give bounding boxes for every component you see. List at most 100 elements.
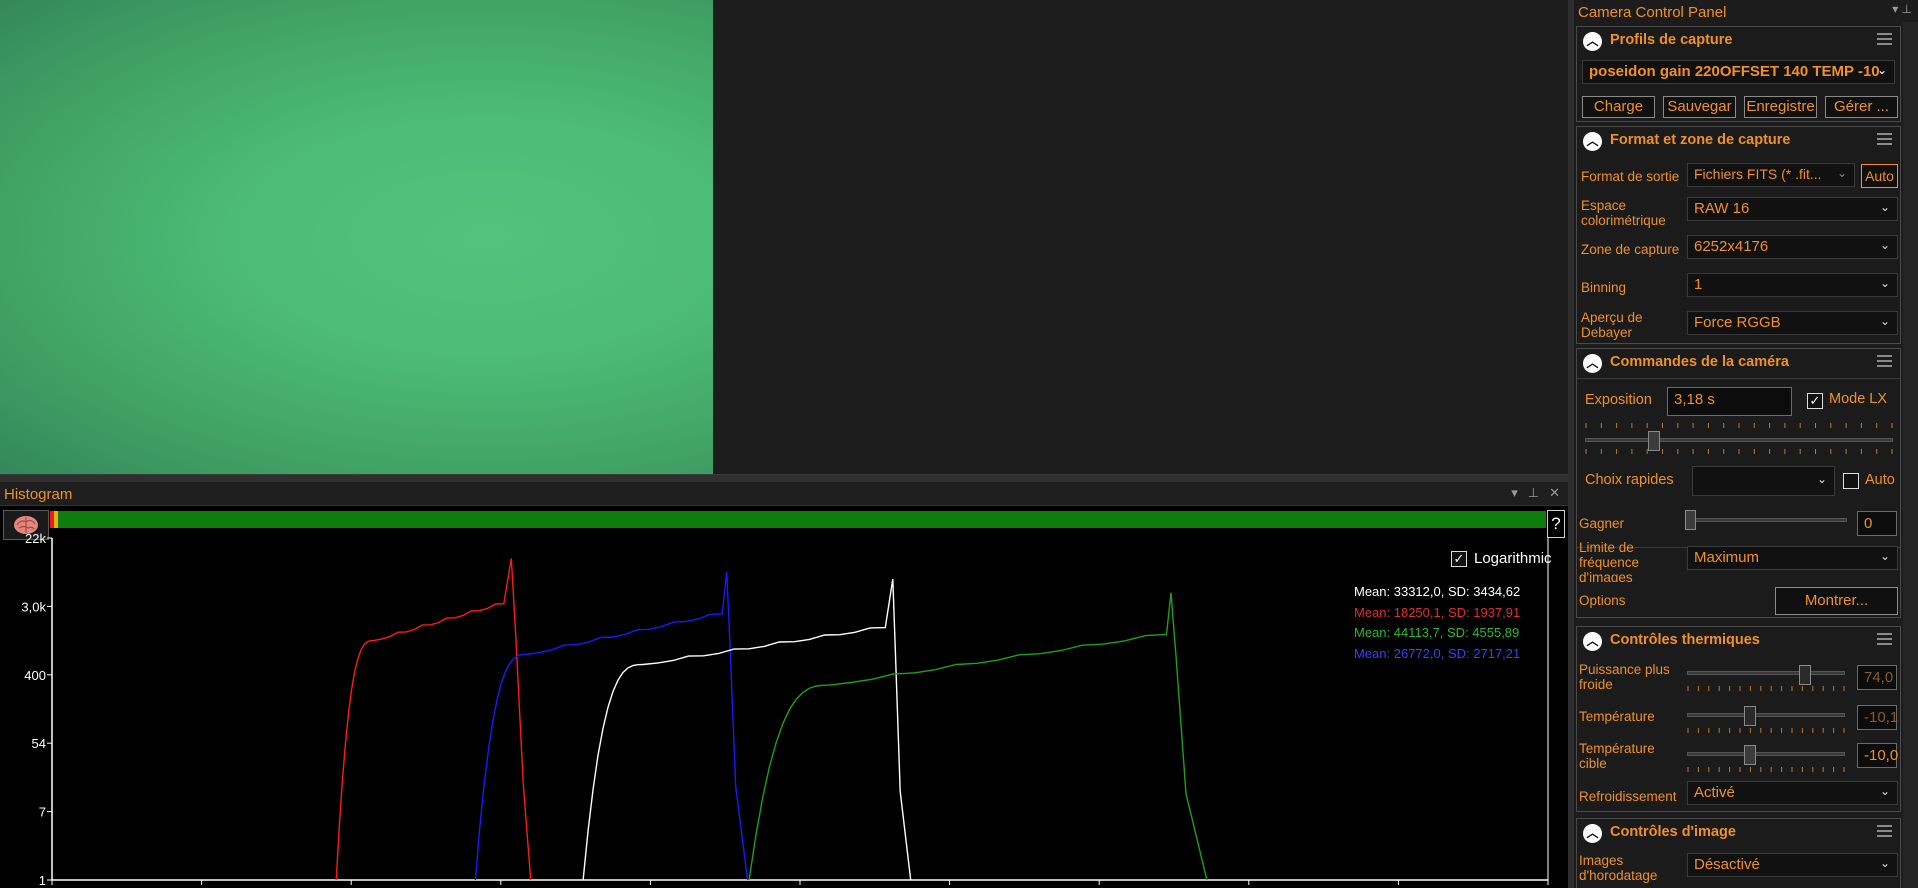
stats-line-green: Mean: 44113,7, SD: 4555,89	[1354, 625, 1520, 640]
pin-icon[interactable]: ⊥	[1528, 485, 1539, 501]
panel-dropdown-icon[interactable]: ▾ ⊥	[1892, 2, 1912, 16]
collapse-chevron-icon[interactable]: ︿	[1583, 632, 1602, 651]
image-preview[interactable]	[0, 0, 1568, 474]
collapse-chevron-icon[interactable]: ︿	[1583, 824, 1602, 843]
profile-select[interactable]: poseidon gain 220OFFSET 140 TEMP -10 ⌄	[1582, 60, 1895, 84]
target-temperature-thumb[interactable]	[1744, 745, 1756, 765]
temperature-thumb	[1744, 706, 1756, 726]
colorspace-select[interactable]: RAW 16 ⌄	[1687, 197, 1898, 221]
cooler-power-track	[1687, 671, 1845, 675]
profile-select-value: poseidon gain 220OFFSET 140 TEMP -10	[1589, 63, 1880, 80]
timestamp-select[interactable]: Désactivé ⌄	[1687, 853, 1898, 877]
collapse-chevron-icon[interactable]: ︿	[1583, 354, 1602, 373]
exposure-slider-track[interactable]	[1585, 438, 1893, 442]
auto-format-button[interactable]: Auto	[1861, 164, 1898, 188]
panel-scrollbar[interactable]	[1903, 22, 1918, 888]
section-image-controls: ︿ Contrôles d'image Images d'horodatage …	[1576, 818, 1901, 888]
binning-label: Binning	[1581, 280, 1627, 295]
quick-auto-label: Auto	[1865, 472, 1895, 488]
cooler-ticks	[1687, 686, 1845, 691]
section-thermal-controls: ︿ Contrôles thermiques Puissance plus fr…	[1576, 626, 1901, 812]
menu-icon[interactable]	[1877, 355, 1892, 370]
collapse-chevron-icon[interactable]: ︿	[1583, 32, 1602, 51]
gain-label: Gagner	[1579, 516, 1625, 531]
section-header[interactable]: ︿ Profils de capture	[1577, 27, 1900, 54]
histogram-title: Histogram	[4, 486, 73, 503]
section-header[interactable]: ︿ Format et zone de capture	[1577, 127, 1900, 154]
collapse-chevron-icon[interactable]: ︿	[1583, 132, 1602, 151]
blue-channel-curve	[474, 572, 749, 881]
chevron-down-icon: ⌄	[1816, 472, 1827, 486]
fps-limit-select[interactable]: Maximum ⌄	[1687, 546, 1898, 570]
fps-limit-label: Limite de fréquence d'images	[1579, 540, 1640, 582]
binning-select[interactable]: 1 ⌄	[1687, 273, 1898, 297]
section-capture-format: ︿ Format et zone de capture Format de so…	[1576, 126, 1901, 344]
section-title: Format et zone de capture	[1610, 132, 1791, 148]
section-header[interactable]: ︿ Contrôles thermiques	[1577, 627, 1900, 654]
exposure-ticks-bottom	[1585, 449, 1893, 454]
capture-zone-select[interactable]: 6252x4176 ⌄	[1687, 235, 1898, 259]
capture-zone-value: 6252x4176	[1694, 238, 1769, 255]
stats-line-red: Mean: 18250,1, SD: 1937,91	[1354, 604, 1521, 620]
chevron-down-icon: ⌄	[1879, 200, 1890, 214]
colorspace-label: Espace colorimétrique	[1581, 198, 1666, 228]
logarithmic-checkbox[interactable]: ✓	[1451, 550, 1467, 567]
white-channel-curve	[582, 578, 912, 881]
histogram-axes: 22k3,0k40054710%10%20%30%40%50%60%70%80%…	[21, 531, 1565, 888]
quick-choice-select[interactable]: ⌄	[1692, 466, 1835, 496]
exposure-slider-thumb[interactable]	[1648, 431, 1660, 451]
gain-slider-track[interactable]	[1689, 518, 1847, 522]
gain-slider-thumb[interactable]	[1685, 510, 1696, 530]
exposure-input[interactable]: 3,18 s	[1667, 387, 1792, 416]
save-profile-button[interactable]: Sauvegar	[1663, 96, 1736, 118]
timestamp-label: Images d'horodatage	[1579, 853, 1658, 883]
temperature-label: Température	[1579, 709, 1655, 724]
debayer-select[interactable]: Force RGGB ⌄	[1687, 311, 1898, 335]
close-icon[interactable]: ✕	[1549, 485, 1560, 501]
logarithmic-toggle[interactable]: ✓ Logarithmic	[1451, 550, 1552, 567]
menu-icon[interactable]	[1877, 133, 1892, 148]
quick-choice-label: Choix rapides	[1585, 472, 1674, 488]
save-as-profile-button[interactable]: Enregistre	[1744, 96, 1817, 118]
stats-line-blue: Mean: 26772,0, SD: 2717,21	[1354, 645, 1521, 661]
menu-icon[interactable]	[1877, 633, 1892, 648]
section-title: Commandes de la caméra	[1610, 354, 1789, 370]
logarithmic-label: Logarithmic	[1474, 550, 1552, 567]
chevron-down-icon: ⌄	[1879, 856, 1890, 870]
menu-icon[interactable]	[1877, 825, 1892, 840]
quick-auto-checkbox[interactable]	[1843, 473, 1859, 489]
gain-input[interactable]: 0	[1857, 511, 1897, 536]
cooling-select[interactable]: Activé ⌄	[1687, 781, 1898, 805]
y-tick-label: 54	[32, 736, 46, 751]
target-temperature-track[interactable]	[1687, 752, 1845, 756]
stretch-level-bar[interactable]	[50, 511, 1546, 528]
fps-limit-value: Maximum	[1694, 549, 1760, 566]
chevron-down-icon: ⌄	[1879, 784, 1890, 798]
output-format-select[interactable]: Fichiers FITS (* .fit... ⌄	[1687, 163, 1855, 187]
panel-title: Camera Control Panel	[1578, 4, 1727, 21]
green-channel-curve	[748, 592, 1208, 881]
camera-control-panel: Camera Control Panel ▾ ⊥ ︿ Profils de ca…	[1574, 0, 1918, 888]
colorspace-value: RAW 16	[1694, 200, 1750, 217]
horizontal-splitter[interactable]	[0, 474, 1568, 482]
show-options-button[interactable]: Montrer...	[1775, 587, 1898, 615]
cooling-label: Refroidissement	[1579, 789, 1677, 804]
histogram-plot[interactable]: 22k3,0k40054710%10%20%30%40%50%60%70%80%…	[0, 530, 1568, 888]
section-title: Profils de capture	[1610, 32, 1733, 48]
menu-icon[interactable]	[1877, 33, 1892, 48]
temperature-track	[1687, 713, 1845, 717]
timestamp-value: Désactivé	[1694, 856, 1760, 873]
dropdown-icon[interactable]: ▾	[1511, 485, 1518, 501]
section-header[interactable]: ︿ Commandes de la caméra	[1577, 349, 1900, 376]
load-profile-button[interactable]: Charge	[1582, 96, 1655, 118]
options-label: Options	[1579, 593, 1626, 608]
section-header[interactable]: ︿ Contrôles d'image	[1577, 819, 1900, 846]
manage-profiles-button[interactable]: Gérer ...	[1825, 96, 1898, 118]
target-temperature-input[interactable]: -10,0	[1857, 743, 1898, 768]
captured-frame[interactable]	[0, 0, 713, 474]
chevron-down-icon: ⌄	[1879, 314, 1890, 328]
histogram-header: Histogram ▾ ⊥ ✕	[0, 482, 1568, 506]
debayer-label: Aperçu de Debayer	[1581, 310, 1643, 340]
lx-mode-checkbox[interactable]: ✓	[1807, 393, 1823, 409]
histogram-panel: Histogram ▾ ⊥ ✕ ? 22k3,0k40054710%10%20%…	[0, 482, 1568, 888]
